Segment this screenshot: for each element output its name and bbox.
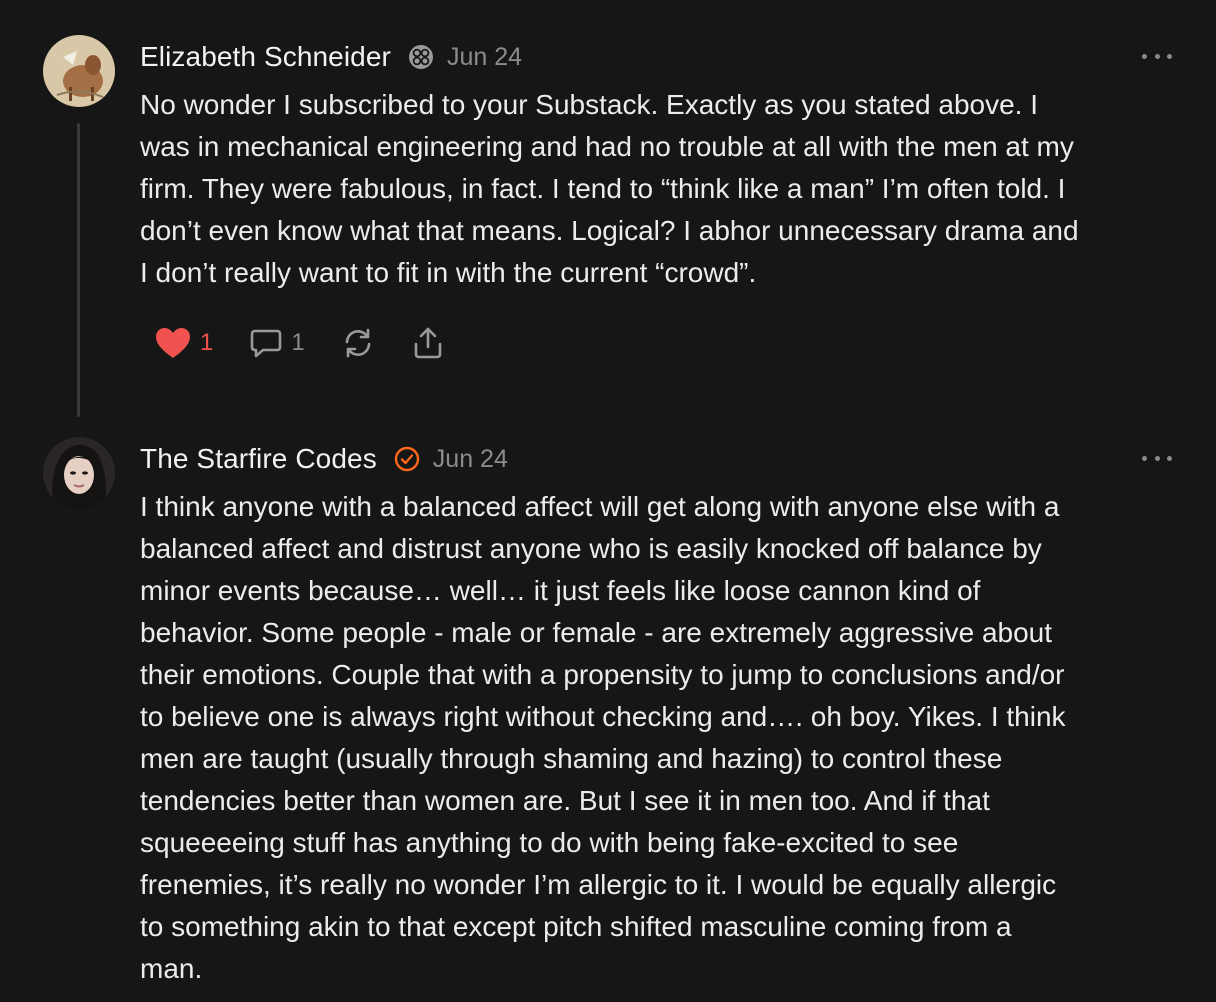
author-name[interactable]: The Starfire Codes xyxy=(140,443,377,475)
author-name[interactable]: Elizabeth Schneider xyxy=(140,41,391,73)
heart-icon xyxy=(156,328,190,358)
comment-header: The Starfire Codes Jun 24 xyxy=(140,442,508,476)
speech-bubble-icon xyxy=(251,329,282,358)
avatar-image xyxy=(43,437,115,509)
more-options-button[interactable] xyxy=(1142,44,1172,68)
dot-icon xyxy=(1154,53,1160,59)
comment-actions: 1 1 xyxy=(154,322,481,364)
like-button[interactable]: 1 xyxy=(154,326,213,360)
refresh-arrows-icon xyxy=(345,328,371,358)
comment-body: I think anyone with a balanced affect wi… xyxy=(140,491,1066,984)
dot-icon xyxy=(1154,455,1160,461)
dot-icon xyxy=(1167,53,1172,59)
comment: Elizabeth Schneider Jun 24 No wonder I s… xyxy=(0,0,1216,420)
share-button[interactable] xyxy=(411,326,445,360)
avatar[interactable] xyxy=(43,437,115,509)
comment: The Starfire Codes Jun 24 I think anyone… xyxy=(0,402,1216,1002)
restack-button[interactable] xyxy=(341,327,375,359)
avatar-image xyxy=(43,35,115,107)
share-upload-icon xyxy=(414,327,442,359)
dot-icon xyxy=(1167,455,1172,461)
dot-icon xyxy=(1142,455,1147,461)
avatar[interactable] xyxy=(43,35,115,107)
dot-icon xyxy=(1142,53,1147,59)
flower-badge-icon xyxy=(407,43,435,71)
like-count: 1 xyxy=(200,329,214,356)
check-circle-badge-icon xyxy=(393,445,421,473)
more-options-button[interactable] xyxy=(1142,446,1172,470)
thread-line xyxy=(77,123,80,417)
comment-date[interactable]: Jun 24 xyxy=(447,43,522,72)
reply-count: 1 xyxy=(291,329,305,356)
comment-date[interactable]: Jun 24 xyxy=(433,445,508,474)
comment-body: No wonder I subscribed to your Substack.… xyxy=(140,89,1079,288)
reply-button[interactable]: 1 xyxy=(249,327,305,359)
comment-header: Elizabeth Schneider Jun 24 xyxy=(140,40,522,74)
